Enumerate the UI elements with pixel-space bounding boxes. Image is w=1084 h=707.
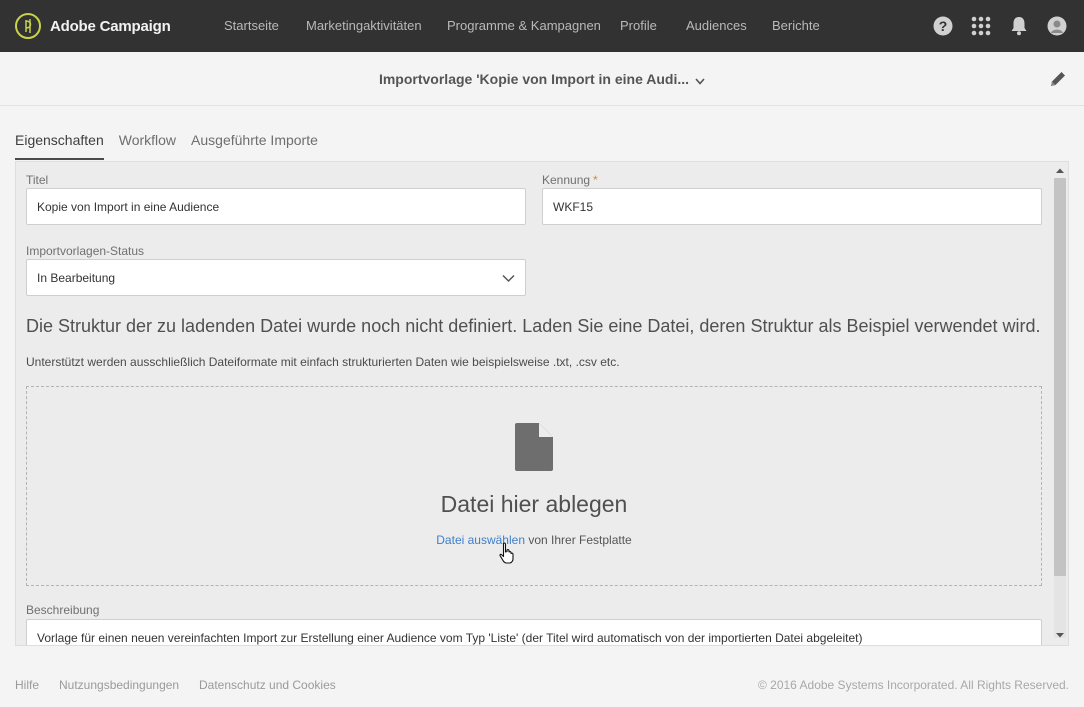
- edit-pencil-icon[interactable]: [1048, 69, 1068, 89]
- adobe-campaign-logo-icon: [15, 13, 41, 39]
- avatar-icon[interactable]: [1047, 16, 1067, 36]
- nav-item-profile[interactable]: Profile: [620, 18, 657, 33]
- help-icon[interactable]: ?: [933, 16, 953, 36]
- description-input[interactable]: Vorlage für einen neuen vereinfachten Im…: [26, 619, 1042, 645]
- top-navigation: Adobe Campaign Startseite Marketingaktiv…: [0, 0, 1084, 52]
- document-header: Importvorlage 'Kopie von Import in eine …: [0, 52, 1084, 106]
- id-input[interactable]: WKF15: [542, 188, 1042, 225]
- nav-item-programme-kampagnen[interactable]: Programme & Kampagnen: [447, 18, 601, 33]
- file-icon: [515, 423, 553, 476]
- tab-workflow[interactable]: Workflow: [119, 131, 176, 160]
- brand[interactable]: Adobe Campaign: [15, 13, 171, 39]
- title-input[interactable]: Kopie von Import in eine Audience: [26, 188, 526, 225]
- footer: Hilfe Nutzungsbedingungen Datenschutz un…: [0, 661, 1084, 707]
- footer-link-hilfe[interactable]: Hilfe: [15, 678, 39, 692]
- supported-formats-text: Unterstützt werden ausschließlich Dateif…: [26, 355, 620, 369]
- svg-text:?: ?: [939, 18, 948, 34]
- dropzone-subtext: Datei auswählen von Ihrer Festplatte: [27, 533, 1041, 547]
- scroll-up-arrow-icon[interactable]: [1055, 167, 1065, 174]
- required-marker: *: [593, 173, 598, 187]
- scroll-down-arrow-icon[interactable]: [1055, 632, 1065, 639]
- id-label-text: Kennung: [542, 173, 591, 187]
- status-select-value: In Bearbeitung: [37, 271, 116, 285]
- nav-item-marketingaktivitaeten[interactable]: Marketingaktivitäten: [306, 18, 422, 33]
- tab-bar: Eigenschaften Workflow Ausgeführte Impor…: [15, 131, 333, 161]
- document-title: Importvorlage 'Kopie von Import in eine …: [378, 71, 690, 87]
- chevron-down-icon: [502, 272, 515, 286]
- dropzone-suffix: von Ihrer Festplatte: [528, 533, 632, 547]
- apps-grid-icon[interactable]: [971, 16, 991, 36]
- status-label: Importvorlagen-Status: [26, 244, 145, 258]
- hand-cursor-icon: [499, 542, 515, 569]
- chevron-down-icon: [695, 72, 705, 88]
- bell-icon[interactable]: [1010, 16, 1030, 36]
- structure-heading: Die Struktur der zu ladenden Datei wurde…: [26, 316, 1041, 336]
- scrollbar-thumb[interactable]: [1054, 178, 1066, 576]
- footer-link-datenschutz[interactable]: Datenschutz und Cookies: [199, 678, 336, 692]
- app-name: Adobe Campaign: [50, 17, 171, 35]
- file-dropzone[interactable]: Datei hier ablegen Datei auswählen von I…: [26, 386, 1042, 586]
- description-label: Beschreibung: [26, 603, 100, 617]
- copyright-text: © 2016 Adobe Systems Incorporated. All R…: [757, 678, 1069, 692]
- footer-link-nutzungsbedingungen[interactable]: Nutzungsbedingungen: [59, 678, 179, 692]
- nav-item-berichte[interactable]: Berichte: [772, 18, 820, 33]
- dropzone-title: Datei hier ablegen: [440, 491, 628, 517]
- nav-item-audiences[interactable]: Audiences: [686, 18, 747, 33]
- properties-panel: Titel Kopie von Import in eine Audience …: [15, 161, 1069, 646]
- id-label: Kennung *: [542, 173, 598, 187]
- title-label: Titel: [26, 173, 49, 187]
- nav-item-startseite[interactable]: Startseite: [224, 18, 279, 33]
- document-title-dropdown[interactable]: Importvorlage 'Kopie von Import in eine …: [0, 71, 1084, 88]
- tab-ausgefuehrte-importe[interactable]: Ausgeführte Importe: [191, 131, 318, 160]
- status-select[interactable]: In Bearbeitung: [26, 259, 526, 296]
- panel-scrollbar[interactable]: [1052, 162, 1068, 645]
- tab-eigenschaften[interactable]: Eigenschaften: [15, 131, 104, 160]
